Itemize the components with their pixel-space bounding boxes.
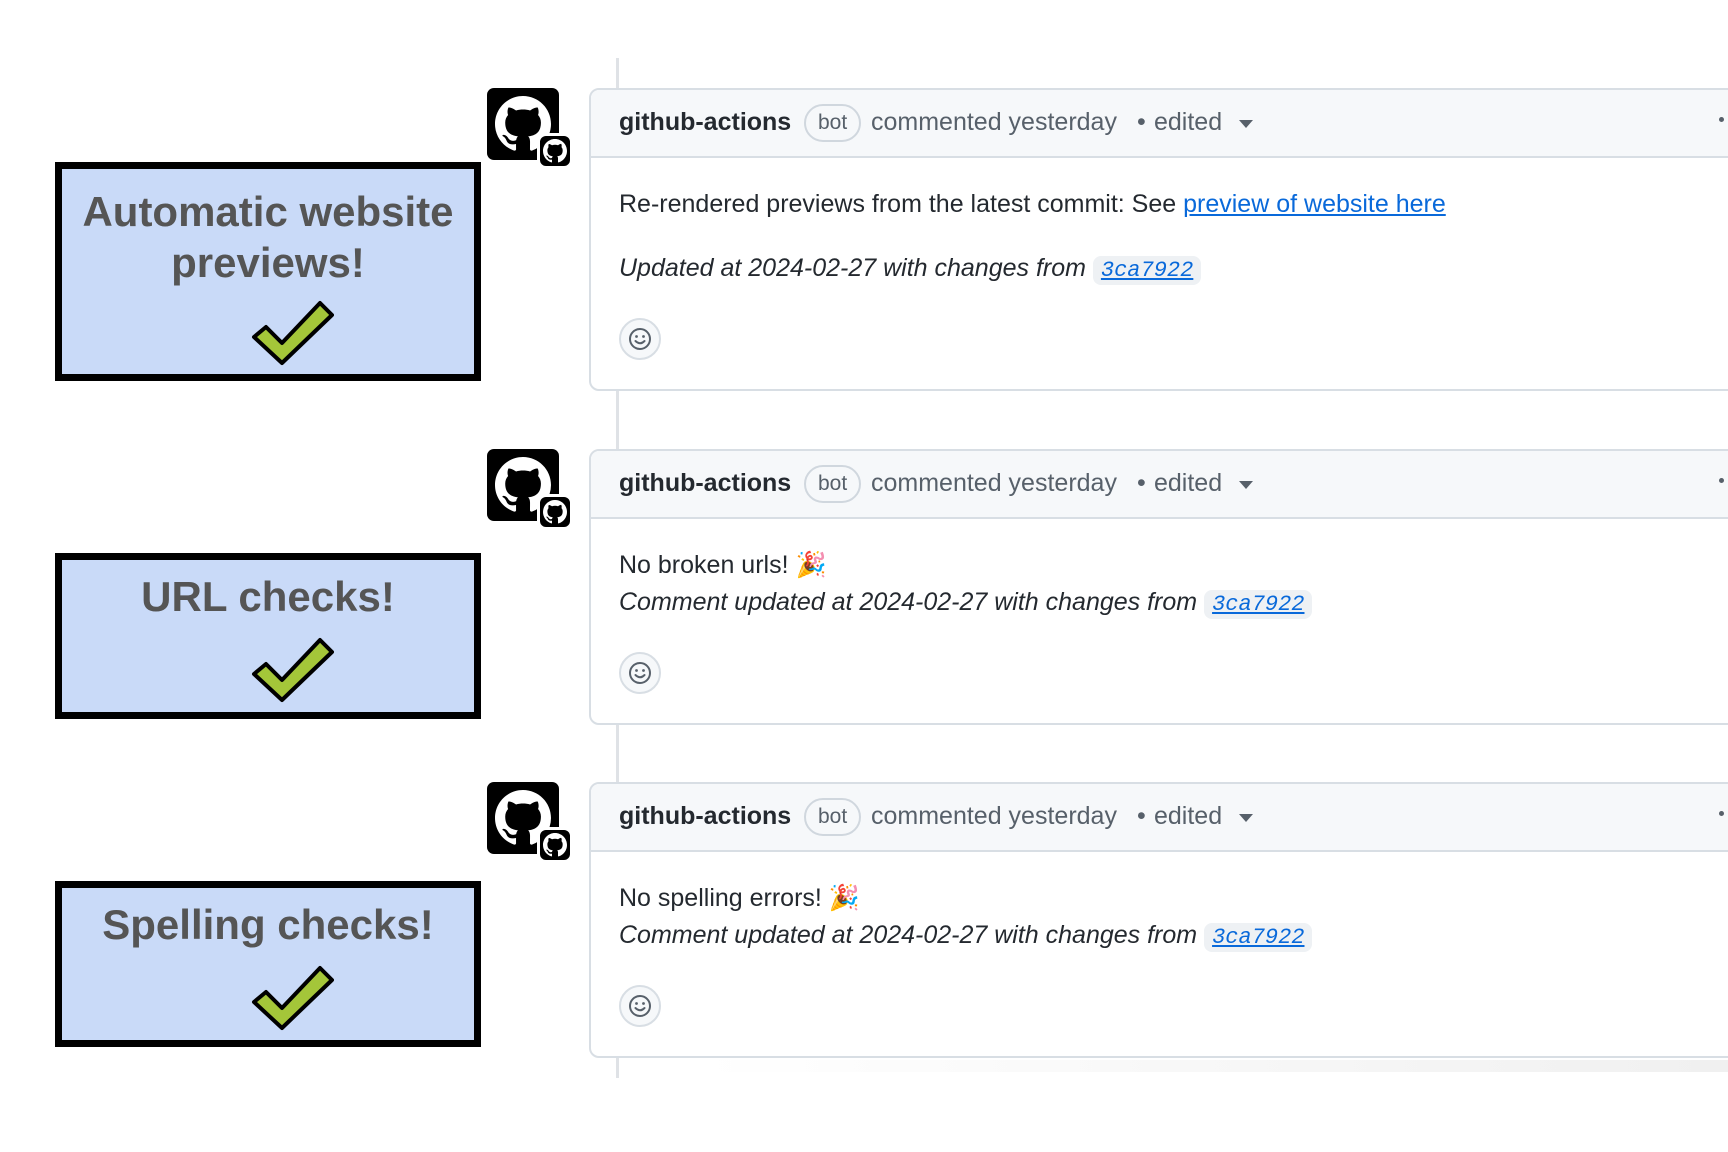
kebab-menu-icon[interactable] [1719,811,1724,816]
bottom-shadow [700,1060,1728,1072]
avatar[interactable] [487,88,573,169]
chevron-down-icon[interactable] [1239,120,1253,128]
chevron-down-icon[interactable] [1239,814,1253,822]
callout-title: Spelling checks! [102,901,434,948]
commit-sha-link[interactable]: 3ca7922 [1204,923,1313,952]
separator: • [1137,108,1146,136]
comment-body-line: No broken urls! 🎉 [619,551,827,579]
separator: • [1137,802,1146,830]
comment-card: github-actions bot commented yesterday •… [589,449,1728,725]
add-reaction-button[interactable] [619,652,661,694]
separator: • [1137,469,1146,497]
edited-label[interactable]: edited [1154,108,1222,137]
callout-website-previews: Automatic website previews! [55,162,481,381]
author-link[interactable]: github-actions [619,108,791,137]
updated-text: Comment updated at 2024-02-27 with chang… [619,921,1205,949]
comment-header: github-actions bot commented yesterday •… [591,451,1728,519]
bot-badge: bot [804,798,862,836]
body-text: Re-rendered previews from the latest com… [619,190,1184,218]
comment-body-line: Re-rendered previews from the latest com… [619,190,1446,219]
avatar[interactable] [487,449,573,530]
edited-label[interactable]: edited [1154,802,1222,831]
checkmark-icon [252,638,334,702]
comment-timestamp[interactable]: commented yesterday [871,108,1117,137]
comment-timestamp[interactable]: commented yesterday [871,802,1117,831]
callout-title: URL checks! [141,573,395,620]
github-app-badge [537,133,573,169]
commit-sha-link[interactable]: 3ca7922 [1204,590,1313,619]
kebab-menu-icon[interactable] [1719,478,1724,483]
edited-label[interactable]: edited [1154,469,1222,498]
comment-timestamp[interactable]: commented yesterday [871,469,1117,498]
add-reaction-button[interactable] [619,985,661,1027]
updated-text: Updated at 2024-02-27 with changes from [619,254,1093,282]
updated-text: Comment updated at 2024-02-27 with chang… [619,588,1205,616]
bot-badge: bot [804,465,862,503]
preview-link[interactable]: preview of website here [1183,190,1446,218]
github-octocat-icon [543,833,567,857]
comment-card: github-actions bot commented yesterday •… [589,782,1728,1058]
add-reaction-button[interactable] [619,318,661,360]
comment-header: github-actions bot commented yesterday •… [591,784,1728,852]
chevron-down-icon[interactable] [1239,481,1253,489]
smiley-icon [629,328,651,350]
comment-body-line: Comment updated at 2024-02-27 with chang… [619,588,1313,619]
smiley-icon [629,995,651,1017]
bot-badge: bot [804,104,862,142]
comment-body-line: Updated at 2024-02-27 with changes from … [619,254,1202,285]
comment-header: github-actions bot commented yesterday •… [591,90,1728,158]
comment-card: github-actions bot commented yesterday •… [589,88,1728,391]
author-link[interactable]: github-actions [619,469,791,498]
github-app-badge [537,494,573,530]
callout-title: Automatic website [82,188,454,235]
checkmark-icon [252,301,334,365]
commit-sha-link[interactable]: 3ca7922 [1092,256,1202,285]
smiley-icon [629,662,651,684]
comment-body-line: Comment updated at 2024-02-27 with chang… [619,921,1313,952]
comment-body-line: No spelling errors! 🎉 [619,884,860,912]
github-app-badge [537,827,573,863]
callout-spelling-checks: Spelling checks! [55,881,481,1047]
callout-url-checks: URL checks! [55,553,481,719]
checkmark-icon [252,966,334,1030]
avatar[interactable] [487,782,573,863]
github-octocat-icon [543,139,567,163]
author-link[interactable]: github-actions [619,802,791,831]
kebab-menu-icon[interactable] [1719,117,1724,122]
github-octocat-icon [543,500,567,524]
callout-title-line2: previews! [171,239,365,286]
